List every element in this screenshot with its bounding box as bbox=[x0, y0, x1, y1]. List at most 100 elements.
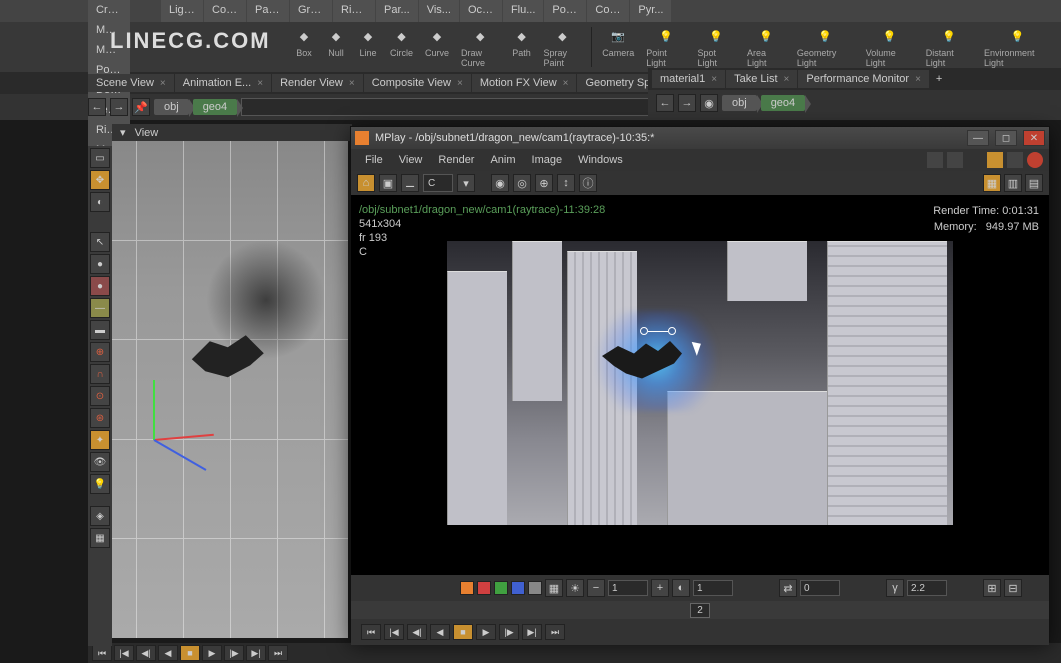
close-button[interactable]: ✕ bbox=[1023, 130, 1045, 146]
main-stepback-button[interactable]: ◀| bbox=[136, 645, 156, 661]
mplay-first-button[interactable]: ⏮ bbox=[361, 624, 381, 640]
tool-construction[interactable]: ✦ bbox=[90, 430, 110, 450]
menu-rigi[interactable]: Rigi... bbox=[333, 0, 375, 22]
menu-con[interactable]: Con... bbox=[587, 0, 629, 22]
page-number[interactable]: 2 bbox=[690, 603, 710, 618]
brightness-icon[interactable]: ☀ bbox=[566, 579, 584, 597]
nav-back-button[interactable]: ← bbox=[88, 98, 106, 116]
shelf-geolight[interactable]: 💡Geometry Light bbox=[791, 24, 860, 70]
close-tab-icon[interactable]: × bbox=[349, 78, 355, 89]
tab-motion-fx-view[interactable]: Motion FX View× bbox=[472, 74, 577, 92]
layout-2-button[interactable]: ▥ bbox=[1004, 174, 1022, 192]
tool-extra-2[interactable]: ▦ bbox=[90, 528, 110, 548]
tool-view[interactable]: 👁 bbox=[90, 452, 110, 472]
shelf-vollight[interactable]: 💡Volume Light bbox=[860, 24, 920, 70]
tool-arrow[interactable]: ↖ bbox=[90, 232, 110, 252]
breadcrumb-geo4-right[interactable]: geo4 bbox=[761, 95, 805, 111]
breadcrumb-obj-right[interactable]: obj bbox=[722, 95, 757, 111]
shelf-spray[interactable]: ◆Spray Paint bbox=[538, 24, 588, 70]
tb-fit-button[interactable]: ▣ bbox=[379, 174, 397, 192]
color-alpha[interactable] bbox=[528, 581, 542, 595]
exposure-input[interactable] bbox=[693, 580, 733, 596]
shelf-distlight[interactable]: 💡Distant Light bbox=[920, 24, 978, 70]
mplay-menu-file[interactable]: File bbox=[357, 151, 391, 169]
tool-edge[interactable]: — bbox=[90, 298, 110, 318]
offset-input[interactable] bbox=[800, 580, 840, 596]
shelf-arealight[interactable]: 💡Area Light bbox=[741, 24, 791, 70]
main-stop-button[interactable]: ■ bbox=[180, 645, 200, 661]
tool-point[interactable]: ● bbox=[90, 276, 110, 296]
shelf-pointlight[interactable]: 💡Point Light bbox=[640, 24, 691, 70]
mplay-playback-button[interactable]: ◀ bbox=[430, 624, 450, 640]
add-tab-right-button[interactable]: + bbox=[930, 70, 948, 88]
layout-1-button[interactable]: ▦ bbox=[983, 174, 1001, 192]
menu-ligh[interactable]: Ligh... bbox=[161, 0, 203, 22]
mplay-last-button[interactable]: ⏭ bbox=[545, 624, 565, 640]
menu-ocea[interactable]: Ocea... bbox=[460, 0, 502, 22]
tb-3-button[interactable]: ⊕ bbox=[535, 174, 553, 192]
tb-1-button[interactable]: ◉ bbox=[491, 174, 509, 192]
menu-create[interactable]: Create bbox=[88, 0, 130, 20]
mplay-nextkey-button[interactable]: ▶| bbox=[522, 624, 542, 640]
close-tab-icon[interactable]: × bbox=[711, 74, 717, 85]
zoom-in-button[interactable]: + bbox=[651, 579, 669, 597]
menubar-icon-1[interactable] bbox=[927, 152, 943, 168]
shelf-line[interactable]: ◆Line bbox=[352, 24, 384, 70]
breadcrumb-obj[interactable]: obj bbox=[154, 99, 189, 115]
render-viewport[interactable]: /obj/subnet1/dragon_new/cam1(raytrace)-1… bbox=[351, 195, 1049, 575]
menubar-icon-4[interactable] bbox=[1007, 152, 1023, 168]
bg-toggle-button[interactable]: ▦ bbox=[545, 579, 563, 597]
close-tab-icon[interactable]: × bbox=[257, 78, 263, 89]
tab-material1[interactable]: material1× bbox=[652, 70, 725, 88]
offset-icon[interactable]: ⇄ bbox=[779, 579, 797, 597]
tool-handle[interactable]: ● bbox=[90, 254, 110, 274]
mplay-menu-anim[interactable]: Anim bbox=[482, 151, 523, 169]
main-stepfwd-button[interactable]: |▶ bbox=[224, 645, 244, 661]
tab-composite-view[interactable]: Composite View× bbox=[364, 74, 471, 92]
shelf-drawcurve[interactable]: ◆Draw Curve bbox=[455, 24, 506, 70]
tab-animation-e-[interactable]: Animation E...× bbox=[175, 74, 271, 92]
main-play-button[interactable]: ▶ bbox=[202, 645, 222, 661]
tool-snap-grid[interactable]: ⊕ bbox=[90, 342, 110, 362]
menubar-icon-3[interactable] bbox=[987, 152, 1003, 168]
close-tab-icon[interactable]: × bbox=[915, 74, 921, 85]
mplay-stepback-button[interactable]: ◀| bbox=[407, 624, 427, 640]
nav-pin-button[interactable]: 📌 bbox=[132, 98, 150, 116]
shelf-curve[interactable]: ◆Curve bbox=[419, 24, 455, 70]
menu-vis[interactable]: Vis... bbox=[419, 0, 459, 22]
tool-select[interactable]: ▭ bbox=[90, 148, 110, 168]
tool-snap-curve[interactable]: ∩ bbox=[90, 364, 110, 384]
tab-scene-view[interactable]: Scene View× bbox=[88, 74, 174, 92]
tool-move[interactable]: ✥ bbox=[90, 170, 110, 190]
menubar-icon-2[interactable] bbox=[947, 152, 963, 168]
shelf-null[interactable]: ◆Null bbox=[320, 24, 352, 70]
tb-2-button[interactable]: ◎ bbox=[513, 174, 531, 192]
shelf-box[interactable]: ◆Box bbox=[288, 24, 320, 70]
adapt-1-button[interactable]: ⊞ bbox=[983, 579, 1001, 597]
mplay-menu-view[interactable]: View bbox=[391, 151, 431, 169]
tool-rotate[interactable]: ◐ bbox=[90, 192, 110, 212]
menu-flu[interactable]: Flu... bbox=[503, 0, 543, 22]
mplay-prevkey-button[interactable]: |◀ bbox=[384, 624, 404, 640]
close-tab-icon[interactable]: × bbox=[784, 74, 790, 85]
close-tab-icon[interactable]: × bbox=[563, 78, 569, 89]
nav-home-right-button[interactable]: ◉ bbox=[700, 94, 718, 112]
tb-zoom-button[interactable]: ⚊ bbox=[401, 174, 419, 192]
close-tab-icon[interactable]: × bbox=[457, 78, 463, 89]
layout-3-button[interactable]: ▤ bbox=[1025, 174, 1043, 192]
main-first-button[interactable]: ⏮ bbox=[92, 645, 112, 661]
channel-input[interactable] bbox=[423, 174, 453, 192]
zoom-out-button[interactable]: − bbox=[587, 579, 605, 597]
tool-display[interactable]: 💡 bbox=[90, 474, 110, 494]
mplay-play-button[interactable]: ▶ bbox=[476, 624, 496, 640]
close-tab-icon[interactable]: × bbox=[160, 78, 166, 89]
adapt-2-button[interactable]: ⊟ bbox=[1004, 579, 1022, 597]
main-last-button[interactable]: ⏭ bbox=[268, 645, 288, 661]
main-nextkey-button[interactable]: ▶| bbox=[246, 645, 266, 661]
menu-part[interactable]: Part... bbox=[247, 0, 289, 22]
tb-home-button[interactable]: ⌂ bbox=[357, 174, 375, 192]
menu-coll[interactable]: Coll... bbox=[204, 0, 246, 22]
mplay-stepfwd-button[interactable]: |▶ bbox=[499, 624, 519, 640]
scene-viewport[interactable] bbox=[112, 140, 348, 638]
nav-fwd-right-button[interactable]: → bbox=[678, 94, 696, 112]
